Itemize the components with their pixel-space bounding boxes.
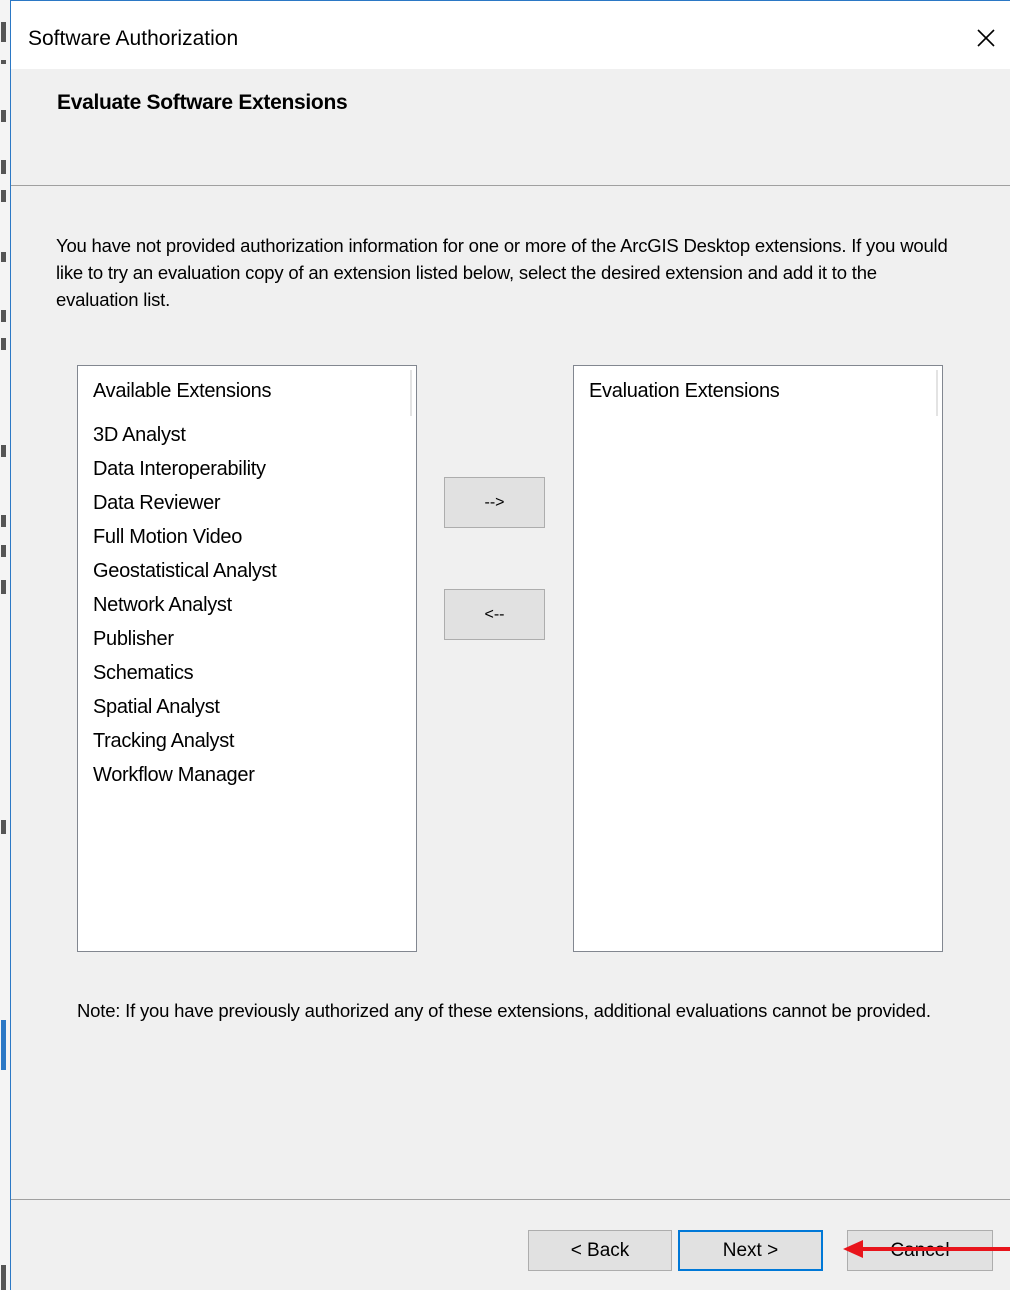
add-to-evaluation-button[interactable]: --> (444, 477, 545, 528)
title-bar: Software Authorization (11, 1, 1010, 69)
intro-text: You have not provided authorization info… (56, 235, 948, 310)
column-header-label: Available Extensions (93, 380, 272, 402)
list-item[interactable]: Full Motion Video (93, 520, 277, 554)
column-header-label: Evaluation Extensions (589, 380, 780, 402)
available-extensions-items: 3D Analyst Data Interoperability Data Re… (93, 418, 277, 792)
close-button[interactable] (962, 17, 1010, 59)
page-title: Evaluate Software Extensions (57, 91, 348, 114)
footer-divider (11, 1199, 1010, 1200)
software-authorization-dialog: Software Authorization Evaluate Software… (10, 0, 1010, 1290)
list-item[interactable]: Geostatistical Analyst (93, 554, 277, 588)
evaluation-extensions-list[interactable]: Evaluation Extensions (573, 365, 943, 952)
list-item[interactable]: 3D Analyst (93, 418, 277, 452)
list-item[interactable]: Data Reviewer (93, 486, 277, 520)
list-item[interactable]: Workflow Manager (93, 758, 277, 792)
list-item[interactable]: Data Interoperability (93, 452, 277, 486)
next-button[interactable]: Next > (678, 1230, 823, 1271)
column-divider[interactable] (936, 370, 938, 416)
list-item[interactable]: Publisher (93, 622, 277, 656)
list-item[interactable]: Network Analyst (93, 588, 277, 622)
list-item[interactable]: Schematics (93, 656, 277, 690)
window-title: Software Authorization (28, 27, 239, 50)
close-icon (977, 29, 995, 47)
evaluation-extensions-column-header[interactable]: Evaluation Extensions (574, 366, 942, 416)
wizard-header: Evaluate Software Extensions (11, 69, 1010, 186)
remove-from-evaluation-button[interactable]: <-- (444, 589, 545, 640)
available-extensions-column-header[interactable]: Available Extensions (78, 366, 416, 416)
list-item[interactable]: Tracking Analyst (93, 724, 277, 758)
back-button[interactable]: < Back (528, 1230, 672, 1271)
note-text: Note: If you have previously authorized … (77, 1000, 931, 1021)
background-window-edge (0, 0, 10, 1290)
annotation-arrow-icon (843, 1240, 1010, 1258)
available-extensions-list[interactable]: Available Extensions 3D Analyst Data Int… (77, 365, 417, 952)
column-divider[interactable] (410, 370, 412, 416)
list-item[interactable]: Spatial Analyst (93, 690, 277, 724)
